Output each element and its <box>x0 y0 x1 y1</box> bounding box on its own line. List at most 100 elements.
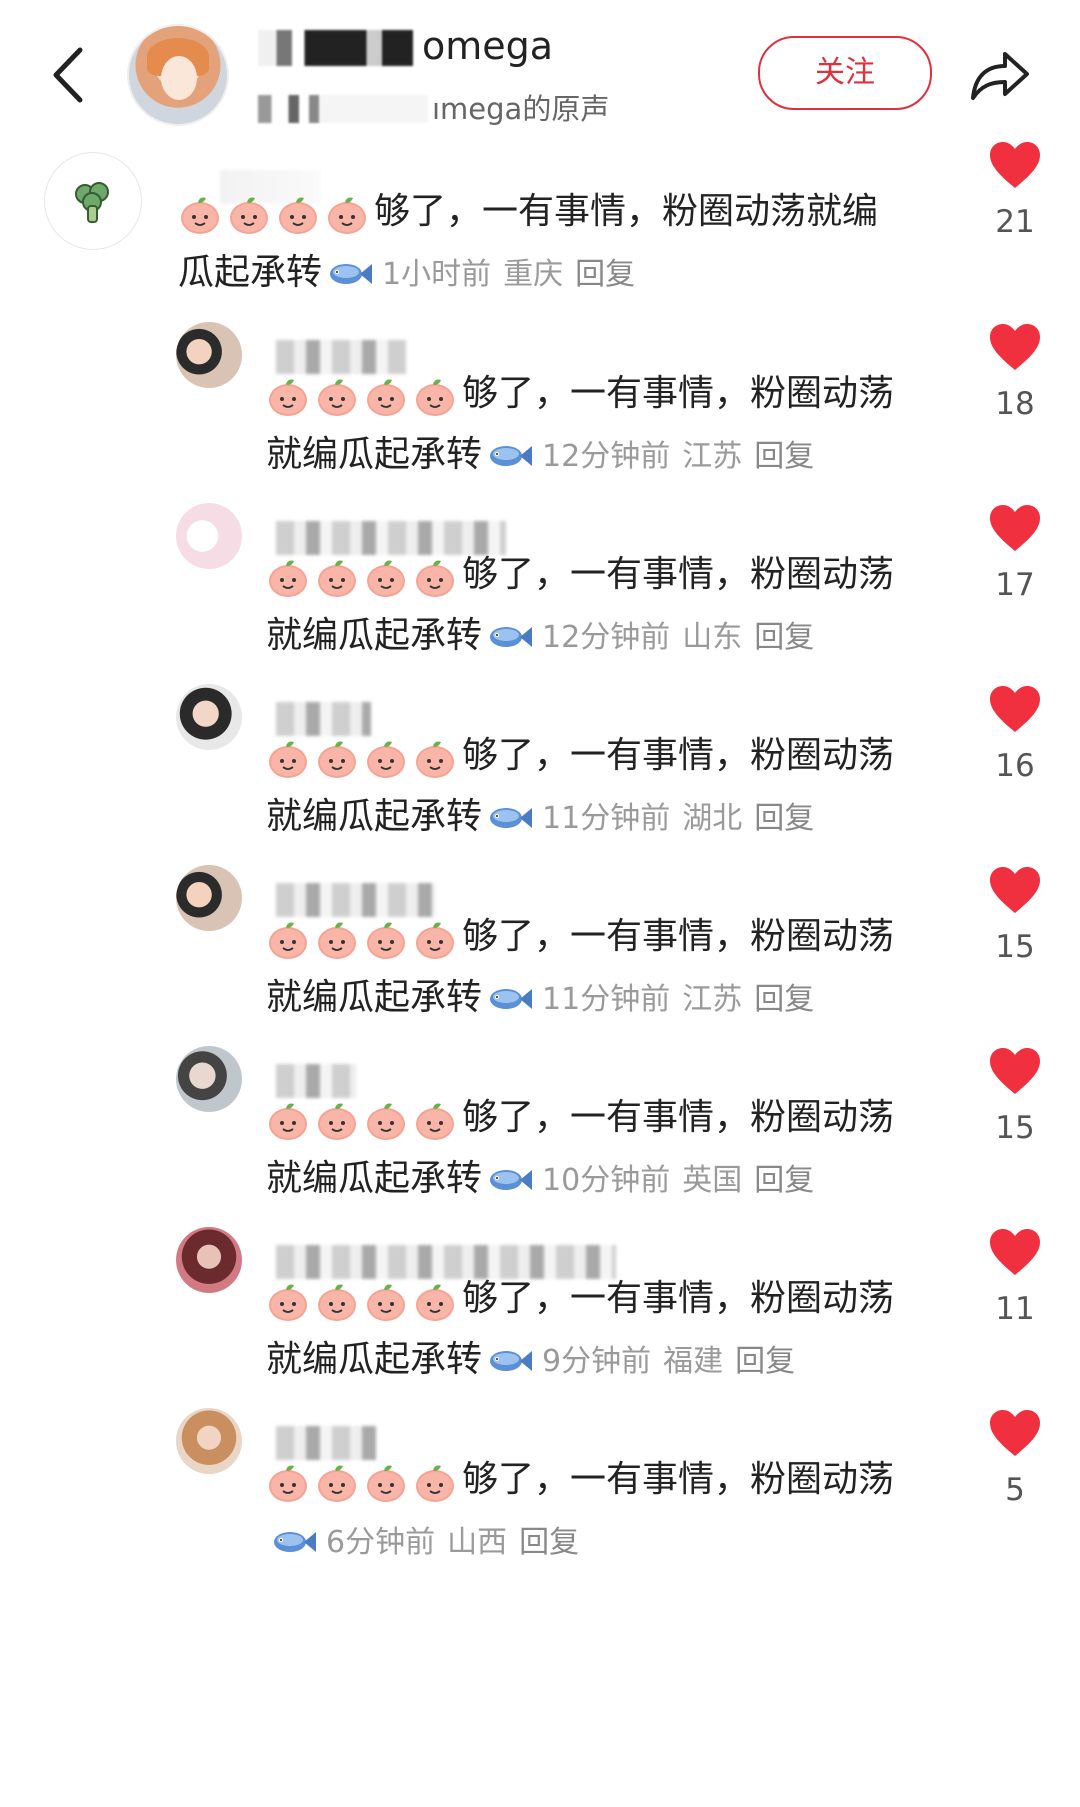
peach-emoji-icon <box>318 922 356 959</box>
like-button[interactable]: 11 <box>975 1227 1055 1327</box>
peach-emoji-icon <box>230 197 268 234</box>
heart-icon <box>990 505 1040 551</box>
peach-emoji-icon <box>269 560 307 597</box>
comment-body: 够了，一有事情，粉圈动荡 就编瓜起承转 10分钟前 英国 回复 <box>266 1088 894 1211</box>
author-avatar[interactable] <box>127 24 229 126</box>
commenter-avatar[interactable] <box>176 1408 242 1474</box>
comment-item: 够了，一有事情，粉圈动荡 就编瓜起承转 10分钟前 英国 回复 15 <box>0 1046 1080 1226</box>
heart-icon <box>990 142 1040 188</box>
peach-emoji-icon <box>318 1465 356 1502</box>
comment-time: 1小时前 <box>382 257 492 292</box>
peach-emoji-icon <box>367 379 405 416</box>
commenter-avatar[interactable] <box>44 152 142 250</box>
reply-button[interactable]: 回复 <box>754 982 814 1017</box>
peach-emoji-icon <box>367 1465 405 1502</box>
comment-meta: 11分钟前 江苏 回复 <box>542 982 826 1017</box>
peach-emoji-icon <box>269 741 307 778</box>
share-button[interactable] <box>965 40 1035 110</box>
peach-emojis <box>178 183 374 243</box>
reply-button[interactable]: 回复 <box>754 801 814 836</box>
peach-emojis <box>266 908 462 968</box>
like-count: 18 <box>995 386 1035 422</box>
like-button[interactable]: 16 <box>975 684 1055 784</box>
follow-button[interactable]: 关注 <box>758 36 932 110</box>
like-count: 21 <box>995 204 1035 240</box>
like-button[interactable]: 21 <box>975 140 1055 240</box>
comment-item: 够了，一有事情，粉圈动荡 就编瓜起承转 11分钟前 湖北 回复 16 <box>0 684 1080 864</box>
comment-location: 江苏 <box>682 982 743 1017</box>
like-button[interactable]: 5 <box>975 1408 1055 1508</box>
comment-location: 山东 <box>682 620 743 655</box>
reply-button[interactable]: 回复 <box>754 1163 814 1198</box>
like-button[interactable]: 15 <box>975 1046 1055 1146</box>
fish-emoji-icon <box>490 808 533 828</box>
fish-emoji-icon <box>490 627 533 647</box>
comment-location: 山西 <box>447 1525 508 1560</box>
video-header: omega ımega的原声 关注 <box>0 0 1080 150</box>
fish-emoji-icon <box>490 989 533 1009</box>
comment-body: 够了，一有事情，粉圈动荡就编 瓜起承转 1小时前 重庆 回复 <box>178 182 878 305</box>
share-arrow-icon <box>971 52 1029 100</box>
peach-emoji-icon <box>269 1284 307 1321</box>
like-count: 11 <box>995 1291 1035 1327</box>
peach-emoji-icon <box>328 197 366 234</box>
peach-emojis <box>266 546 462 606</box>
heart-icon <box>990 1048 1040 1094</box>
comment-location: 英国 <box>682 1163 743 1198</box>
comment-text-line1: 够了，一有事情，粉圈动荡 <box>462 554 895 595</box>
chevron-left-icon <box>53 47 83 103</box>
peach-emoji-icon <box>318 741 356 778</box>
comment-text-line1: 够了，一有事情，粉圈动荡 <box>462 1097 895 1138</box>
fish-emoji-icon <box>490 1170 533 1190</box>
peach-emoji-icon <box>416 1284 454 1321</box>
comment-item: 够了，一有事情，粉圈动荡 就编瓜起承转 9分钟前 福建 回复 11 <box>0 1227 1080 1407</box>
peach-emoji-icon <box>416 922 454 959</box>
peach-emoji-icon <box>318 1103 356 1140</box>
reply-button[interactable]: 回复 <box>754 439 814 474</box>
peach-emoji-icon <box>181 197 219 234</box>
comment-meta: 9分钟前 福建 回复 <box>542 1344 807 1379</box>
like-button[interactable]: 15 <box>975 865 1055 965</box>
comment-location: 湖北 <box>682 801 743 836</box>
comment-time: 6分钟前 <box>326 1525 436 1560</box>
comment-time: 12分钟前 <box>542 439 671 474</box>
back-button[interactable] <box>40 40 100 110</box>
peach-emoji-icon <box>279 197 317 234</box>
comment-text-line1: 够了，一有事情，粉圈动荡 <box>462 373 895 414</box>
commenter-avatar[interactable] <box>176 1046 242 1112</box>
commenter-avatar[interactable] <box>176 684 242 750</box>
like-button[interactable]: 18 <box>975 322 1055 422</box>
comment-text-line2: 就编瓜起承转 <box>266 615 483 656</box>
commenter-avatar[interactable] <box>176 865 242 931</box>
peach-emoji-icon <box>269 1103 307 1140</box>
commenter-avatar[interactable] <box>176 1227 242 1293</box>
comment-text-line2: 瓜起承转 <box>178 252 323 293</box>
commenter-avatar[interactable] <box>176 503 242 569</box>
comment-text-line2: 就编瓜起承转 <box>266 977 483 1018</box>
like-button[interactable]: 17 <box>975 503 1055 603</box>
broccoli-avatar-icon <box>75 182 109 223</box>
comment-body: 够了，一有事情，粉圈动荡 6分钟前 山西 回复 <box>266 1450 894 1573</box>
fish-emoji-icon <box>490 1351 533 1371</box>
reply-button[interactable]: 回复 <box>519 1525 579 1560</box>
fish-emoji-icon <box>274 1532 316 1552</box>
comment-text-line1: 够了，一有事情，粉圈动荡 <box>462 1459 895 1500</box>
sound-label[interactable]: ımega的原声 <box>432 86 609 128</box>
comment-text-line2: 就编瓜起承转 <box>266 796 483 837</box>
peach-emojis <box>266 1089 462 1149</box>
reply-button[interactable]: 回复 <box>754 620 814 655</box>
reply-button[interactable]: 回复 <box>575 257 635 292</box>
peach-emoji-icon <box>318 560 356 597</box>
heart-icon <box>990 1410 1040 1456</box>
peach-emoji-icon <box>318 1284 356 1321</box>
channel-name[interactable]: omega <box>422 24 553 68</box>
commenter-avatar[interactable] <box>176 322 242 388</box>
like-count: 15 <box>995 929 1035 965</box>
comment-time: 9分钟前 <box>542 1344 652 1379</box>
comment-body: 够了，一有事情，粉圈动荡 就编瓜起承转 12分钟前 山东 回复 <box>266 545 894 668</box>
comment-meta: 10分钟前 英国 回复 <box>542 1163 826 1198</box>
comment-time: 10分钟前 <box>542 1163 671 1198</box>
comment-body: 够了，一有事情，粉圈动荡 就编瓜起承转 9分钟前 福建 回复 <box>266 1269 894 1392</box>
peach-emoji-icon <box>416 1465 454 1502</box>
reply-button[interactable]: 回复 <box>735 1344 795 1379</box>
